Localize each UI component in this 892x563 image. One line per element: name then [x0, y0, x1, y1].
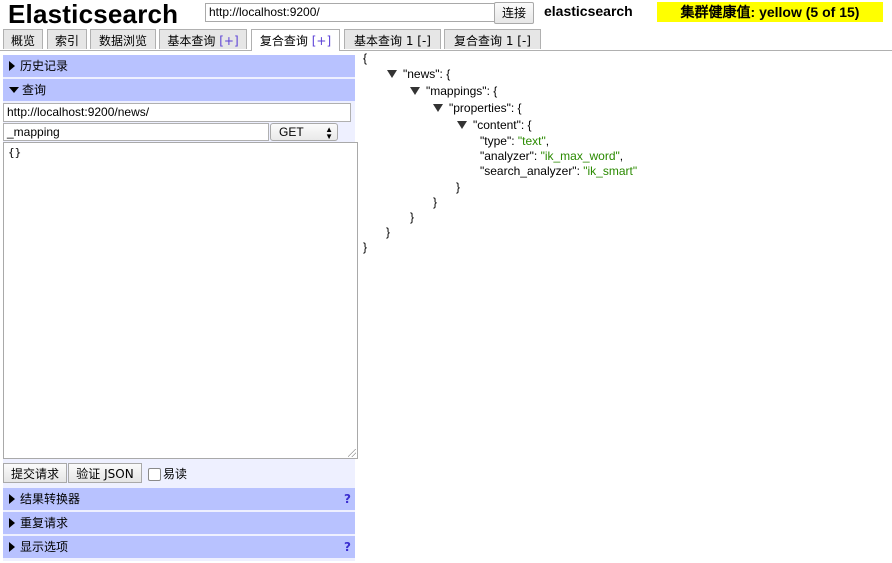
collapse-toggle-icon[interactable]	[457, 120, 467, 129]
tab-basic-query-1[interactable]: 基本查询 1 [-]	[344, 29, 441, 49]
pretty-label: 易读	[163, 467, 188, 481]
header: Elasticsearch http://localhost:9200/ 连接 …	[0, 0, 892, 30]
tab-overview[interactable]: 概览	[3, 29, 43, 49]
json-line: }	[410, 210, 415, 224]
request-body-textarea[interactable]: {}	[3, 142, 358, 459]
json-line: }	[386, 225, 391, 239]
tab-basic-query-add[interactable]: 基本查询 [+]	[159, 29, 247, 49]
expand-arrow-icon	[9, 541, 15, 552]
expand-arrow-icon	[9, 517, 15, 528]
query-url-input[interactable]: http://localhost:9200/news/	[3, 103, 351, 122]
expand-arrow-icon	[9, 60, 15, 71]
tab-bar: 概览 索引 数据浏览 基本查询 [+] 复合查询 [+] 基本查询 1 [-] …	[0, 29, 892, 51]
collapse-toggle-icon[interactable]	[410, 86, 420, 95]
json-result-view: { "news": { "mappings": { "properties": …	[363, 49, 883, 559]
pretty-checkbox[interactable]	[148, 468, 161, 481]
http-method-select[interactable]: GET ▲ ▼	[270, 123, 338, 141]
request-path-input[interactable]: _mapping	[3, 123, 269, 141]
tab-browser[interactable]: 数据浏览	[90, 29, 156, 49]
select-arrows-icon: ▲ ▼	[325, 125, 333, 141]
server-url-input[interactable]: http://localhost:9200/	[205, 3, 496, 22]
repeat-request-section[interactable]: 重复请求	[3, 512, 355, 534]
tab-compound-query-add[interactable]: 复合查询 [+]	[251, 29, 340, 51]
json-line: }	[433, 195, 438, 209]
collapse-toggle-icon[interactable]	[387, 69, 397, 78]
validate-json-button[interactable]: 验证 JSON	[68, 463, 142, 483]
app-logo: Elasticsearch	[8, 0, 179, 29]
history-section[interactable]: 历史记录	[3, 55, 355, 77]
json-node-properties[interactable]: "properties": {	[433, 100, 522, 116]
json-line: {	[363, 51, 368, 65]
json-line: "type": "text",	[480, 134, 550, 148]
collapse-arrow-icon	[9, 86, 19, 93]
tab-indices[interactable]: 索引	[47, 29, 87, 49]
json-line: }	[456, 180, 461, 194]
cluster-health-badge: 集群健康值: yellow (5 of 15)	[657, 2, 883, 22]
result-transformer-section[interactable]: 结果转换器 ?	[3, 488, 355, 510]
cluster-name: elasticsearch	[544, 3, 633, 19]
json-line: "search_analyzer": "ik_smart"	[480, 164, 638, 178]
connect-button[interactable]: 连接	[494, 2, 534, 24]
json-line: }	[363, 240, 368, 254]
tab-compound-query-1[interactable]: 复合查询 1 [-]	[444, 29, 541, 49]
json-node-mappings[interactable]: "mappings": {	[410, 83, 497, 99]
query-section[interactable]: 查询	[3, 79, 355, 101]
query-panel: 历史记录 查询 http://localhost:9200/news/ _map…	[3, 55, 358, 561]
collapse-toggle-icon[interactable]	[433, 103, 443, 112]
json-node-content[interactable]: "content": {	[457, 117, 532, 133]
json-node-news[interactable]: "news": {	[387, 66, 450, 82]
json-line: "analyzer": "ik_max_word",	[480, 149, 624, 163]
help-icon[interactable]: ?	[344, 536, 351, 558]
help-icon[interactable]: ?	[344, 488, 351, 510]
display-options-section[interactable]: 显示选项 ?	[3, 536, 355, 558]
submit-request-button[interactable]: 提交请求	[3, 463, 67, 483]
expand-arrow-icon	[9, 493, 15, 504]
resize-grip-icon[interactable]	[348, 449, 356, 457]
